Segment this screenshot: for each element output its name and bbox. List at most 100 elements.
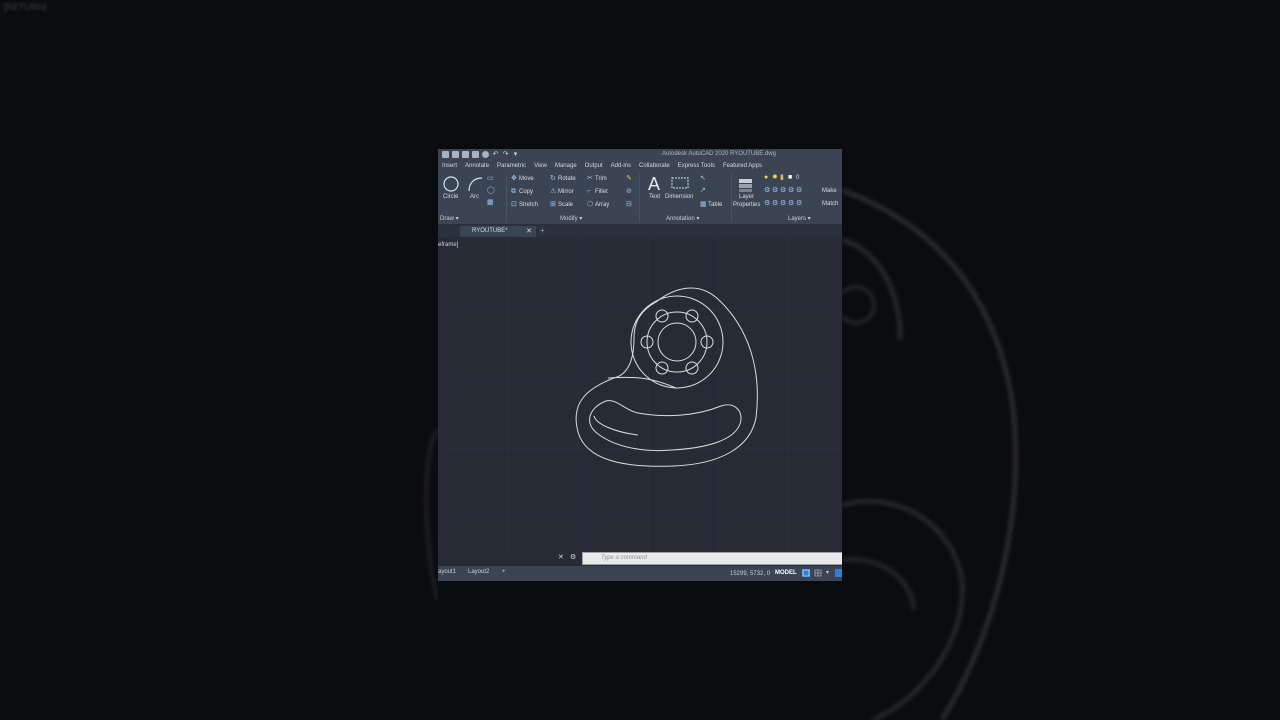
move-button[interactable]: ✥ Move bbox=[511, 175, 534, 182]
window-title: Autodesk AutoCAD 2020 RYOUTUBE.dwg bbox=[662, 151, 776, 157]
arc-icon[interactable] bbox=[466, 175, 484, 193]
tab-view[interactable]: View bbox=[530, 161, 551, 172]
command-tools: ✕ ⚙ bbox=[554, 552, 582, 564]
layer-properties-icon[interactable] bbox=[737, 175, 755, 193]
trim-icon: ✂ bbox=[587, 175, 593, 182]
copy-button[interactable]: ⧉ Copy bbox=[511, 188, 533, 195]
layer-properties-label-1[interactable]: Layer bbox=[739, 194, 754, 200]
lightbulb-icon: ● bbox=[764, 174, 769, 181]
redo-icon[interactable]: ↷ bbox=[502, 151, 509, 158]
annotation-panel-label[interactable]: Annotation ▾ bbox=[666, 215, 699, 222]
make-current-button[interactable]: Make bbox=[822, 188, 837, 194]
hatch-icon[interactable]: ▦ bbox=[487, 199, 494, 206]
arc-button-label[interactable]: Arc bbox=[470, 194, 479, 200]
close-tab-icon[interactable]: ✕ bbox=[526, 227, 532, 235]
save-icon[interactable] bbox=[462, 151, 469, 158]
table-button[interactable]: ▦ Table bbox=[700, 201, 722, 208]
right-blurred-backdrop bbox=[842, 0, 1280, 720]
command-input[interactable]: Type a command bbox=[582, 552, 842, 565]
rotate-icon: ↻ bbox=[550, 175, 556, 182]
scale-button[interactable]: ⊞ Scale bbox=[550, 201, 573, 208]
left-blurred-backdrop: [RETURN] bbox=[0, 0, 438, 720]
ribbon-tabs: Insert Annotate Parametric View Manage O… bbox=[438, 161, 842, 172]
multileader-icon[interactable]: ↗ bbox=[700, 187, 706, 194]
draw-panel-label[interactable]: Draw ▾ bbox=[440, 215, 459, 222]
scale-icon: ⊞ bbox=[550, 201, 556, 208]
ribbon-panel: Circle Arc ▭ ◯ ▦ Draw ▾ ✥ Move ↻ Rotate ✂ T… bbox=[438, 172, 842, 225]
major-grid bbox=[446, 238, 842, 554]
array-icon: ⬡ bbox=[587, 201, 594, 208]
lock-icon: ▮ bbox=[780, 174, 784, 181]
table-icon: ▦ bbox=[700, 201, 707, 208]
customize-icon[interactable]: ▾ bbox=[512, 151, 519, 158]
layer-dropdown[interactable]: ● ✹ ▮ ■ 0 bbox=[764, 174, 799, 181]
text-icon[interactable]: A bbox=[648, 174, 660, 195]
leader-icon[interactable]: ↖ bbox=[700, 175, 706, 182]
plot-icon[interactable] bbox=[482, 151, 489, 158]
drawing-canvas[interactable] bbox=[438, 238, 842, 554]
circle-button-label[interactable]: Circle bbox=[443, 194, 458, 200]
command-line: ✕ ⚙ Type a command bbox=[554, 552, 842, 565]
trim-button[interactable]: ✂ Trim bbox=[587, 175, 607, 182]
new-icon[interactable] bbox=[442, 151, 449, 158]
dimension-icon[interactable] bbox=[670, 175, 690, 191]
mirror-icon: ⚠ bbox=[550, 188, 557, 195]
tab-annotate[interactable]: Annotate bbox=[461, 161, 493, 172]
tab-manage[interactable]: Manage bbox=[551, 161, 581, 172]
layer-properties-label-2[interactable]: Properties bbox=[733, 202, 760, 208]
tab-express-tools[interactable]: Express Tools bbox=[674, 161, 719, 172]
mirror-button[interactable]: ⚠ Mirror bbox=[550, 188, 574, 195]
layer-tools-row-1[interactable]: ⚙ ⚙ ⚙ ⚙ ⚙ bbox=[764, 187, 802, 194]
fillet-icon: ⌐ bbox=[587, 188, 592, 195]
rotate-button[interactable]: ↻ Rotate bbox=[550, 175, 576, 182]
add-layout-button[interactable]: + bbox=[502, 569, 506, 575]
tab-output[interactable]: Output bbox=[581, 161, 607, 172]
new-tab-button[interactable]: + bbox=[540, 226, 545, 235]
layers-panel-label[interactable]: Layers ▾ bbox=[788, 215, 811, 222]
move-icon: ✥ bbox=[511, 175, 517, 182]
circle-icon[interactable] bbox=[442, 175, 460, 193]
document-tab[interactable]: RYOUTUBE* ✕ bbox=[460, 226, 536, 237]
modify-panel-label[interactable]: Modify ▾ bbox=[560, 215, 582, 222]
pencil-icon[interactable]: ✎ bbox=[626, 175, 632, 182]
panel-separator bbox=[506, 174, 507, 222]
tab-featured-apps[interactable]: Featured Apps bbox=[719, 161, 766, 172]
array-button[interactable]: ⬡ Array bbox=[587, 201, 609, 208]
status-bar: ayout1 Layout2 + 15299, 5732, 0 MODEL ▾ bbox=[438, 566, 842, 581]
match-layer-button[interactable]: Match bbox=[822, 201, 838, 207]
tab-add-ins[interactable]: Add-ins bbox=[607, 161, 635, 172]
rectangle-icon[interactable]: ▭ bbox=[487, 175, 494, 182]
ortho-toggle-icon[interactable] bbox=[835, 569, 842, 577]
stretch-button[interactable]: ⊡ Stretch bbox=[511, 201, 538, 208]
layer-tools-row-2[interactable]: ⚙ ⚙ ⚙ ⚙ ⚙ bbox=[764, 200, 802, 207]
save-as-icon[interactable] bbox=[472, 151, 479, 158]
model-space-button[interactable]: MODEL bbox=[775, 570, 797, 576]
command-placeholder: Type a command bbox=[601, 555, 647, 561]
ellipse-icon[interactable]: ◯ bbox=[487, 187, 495, 194]
drawing-viewport[interactable]: eframe] bbox=[438, 238, 842, 554]
snap-mode-icon[interactable] bbox=[814, 569, 822, 577]
title-bar: ↶ ↷ ▾ Autodesk AutoCAD 2020 RYOUTUBE.dwg bbox=[438, 149, 842, 161]
customize-command-icon[interactable]: ⚙ bbox=[570, 553, 576, 561]
tab-layout1[interactable]: ayout1 bbox=[438, 569, 456, 575]
close-command-icon[interactable]: ✕ bbox=[558, 553, 564, 561]
sun-icon: ✹ bbox=[772, 174, 778, 181]
status-dropdown-icon[interactable]: ▾ bbox=[826, 569, 829, 576]
tab-layout2[interactable]: Layout2 bbox=[468, 569, 489, 575]
text-button-label[interactable]: Text bbox=[649, 194, 660, 200]
tab-collaborate[interactable]: Collaborate bbox=[635, 161, 674, 172]
erase-icon[interactable]: ⊘ bbox=[626, 188, 632, 195]
viewport-controls-label[interactable]: eframe] bbox=[438, 242, 458, 248]
panel-separator bbox=[731, 174, 732, 222]
file-tabs-bar: RYOUTUBE* ✕ + bbox=[438, 225, 842, 237]
grid-toggle-icon[interactable] bbox=[802, 569, 810, 577]
dimension-button-label[interactable]: Dimension bbox=[665, 194, 693, 200]
open-icon[interactable] bbox=[452, 151, 459, 158]
stretch-icon: ⊡ bbox=[511, 201, 517, 208]
copy-icon: ⧉ bbox=[511, 188, 516, 195]
explode-icon[interactable]: ⊟ bbox=[626, 201, 632, 208]
undo-icon[interactable]: ↶ bbox=[492, 151, 499, 158]
tab-insert[interactable]: Insert bbox=[438, 161, 461, 172]
fillet-button[interactable]: ⌐ Fillet bbox=[587, 188, 608, 195]
tab-parametric[interactable]: Parametric bbox=[493, 161, 530, 172]
